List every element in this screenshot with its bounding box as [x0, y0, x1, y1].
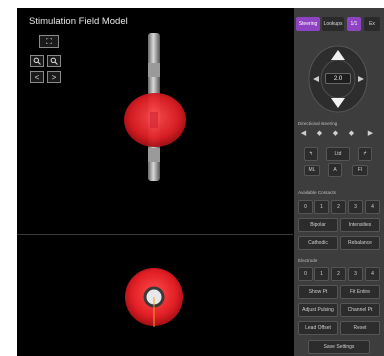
lead-contact — [148, 148, 160, 162]
electrode-3-button[interactable]: 3 — [348, 267, 363, 281]
lead-offset-button[interactable]: Lead Offset — [298, 321, 338, 335]
axial-view[interactable] — [17, 235, 293, 356]
tab-steering[interactable]: Steering — [296, 17, 320, 31]
contact-4-button[interactable]: 4 — [365, 200, 380, 214]
save-settings-button[interactable]: Save Settings — [308, 340, 370, 354]
show-pt-button[interactable]: Show Pt — [298, 285, 338, 299]
section-label-contacts: Available Contacts — [298, 190, 336, 195]
contact-2-button[interactable]: 2 — [331, 200, 346, 214]
reset-button[interactable]: Reset — [340, 321, 380, 335]
small-control-a[interactable]: A — [328, 163, 342, 177]
section-label-directional: Directional steering — [298, 121, 338, 126]
cathodic-button[interactable]: Cathodic — [298, 236, 338, 250]
lead-contact — [148, 63, 160, 77]
3d-viewport[interactable]: Stimulation Field Model ⛶ < > — [17, 8, 293, 356]
contact-1-button[interactable]: 1 — [314, 200, 329, 214]
lead-contact-inner — [150, 112, 158, 128]
amplitude-dial[interactable]: 2.0 — [308, 44, 368, 114]
contact-0-button[interactable]: 0 — [298, 200, 313, 214]
lead-3d-view[interactable] — [17, 8, 293, 234]
rebalance-button[interactable]: Rebalance — [340, 236, 380, 250]
tab-extra[interactable]: Ex — [364, 17, 380, 31]
amplitude-right-icon[interactable] — [357, 75, 365, 83]
fit-entire-button[interactable]: Fit Entire — [340, 285, 380, 299]
channel-pt-button[interactable]: Channel Pt — [340, 303, 380, 317]
direction-left-icon[interactable]: ◀ — [298, 129, 309, 138]
rotate-reset-button[interactable]: Ltd — [326, 147, 350, 161]
small-control-fi[interactable]: FI — [352, 165, 368, 176]
electrode-4-button[interactable]: 4 — [365, 267, 380, 281]
direction-a-icon[interactable]: ◆ — [314, 129, 325, 138]
direction-b-icon[interactable]: ◆ — [330, 129, 341, 138]
rotate-ccw-button[interactable]: ↰ — [304, 147, 318, 161]
tab-page[interactable]: 1/1 — [347, 17, 361, 31]
amplitude-up-icon[interactable] — [330, 49, 346, 61]
adjust-pulsing-button[interactable]: Adjust Pulsing — [298, 303, 338, 317]
tab-lookups[interactable]: Lookups — [322, 17, 344, 31]
bipolar-button[interactable]: Bipolar — [298, 218, 338, 232]
rotate-cw-button[interactable]: ↱ — [358, 147, 372, 161]
amplitude-left-icon[interactable] — [312, 75, 320, 83]
amplitude-value[interactable]: 2.0 — [325, 73, 351, 84]
intensities-button[interactable]: Intensities — [340, 218, 380, 232]
control-panel: Steering Lookups 1/1 Ex 2.0 Directional … — [294, 8, 384, 356]
app-window: Stimulation Field Model ⛶ < > Steering L… — [17, 8, 384, 356]
small-control-ml[interactable]: ML — [304, 165, 320, 176]
direction-right-icon[interactable]: ▶ — [365, 129, 376, 138]
section-label-electrode: Electrode — [298, 258, 318, 263]
amplitude-down-icon[interactable] — [330, 97, 346, 109]
electrode-0-button[interactable]: 0 — [298, 267, 313, 281]
direction-c-icon[interactable]: ◆ — [346, 129, 357, 138]
electrode-1-button[interactable]: 1 — [314, 267, 329, 281]
electrode-2-button[interactable]: 2 — [331, 267, 346, 281]
contact-3-button[interactable]: 3 — [348, 200, 363, 214]
